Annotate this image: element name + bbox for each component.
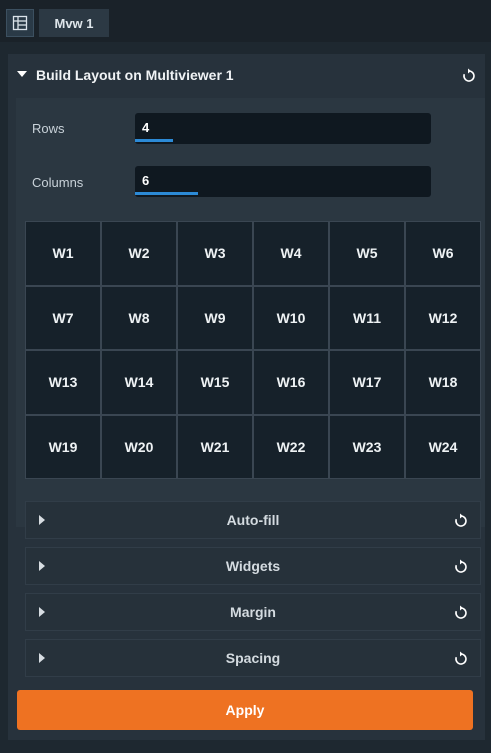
reset-icon[interactable] bbox=[453, 651, 469, 667]
grid-cell[interactable]: W1 bbox=[26, 222, 100, 285]
panel-header[interactable]: Build Layout on Multiviewer 1 bbox=[8, 54, 485, 98]
panel-title: Build Layout on Multiviewer 1 bbox=[36, 67, 234, 83]
grid-cell[interactable]: W21 bbox=[178, 415, 252, 478]
grid-cell[interactable]: W12 bbox=[406, 286, 480, 349]
grid-cell[interactable]: W14 bbox=[102, 351, 176, 414]
reset-icon[interactable] bbox=[461, 68, 477, 84]
grid-cell[interactable]: W24 bbox=[406, 415, 480, 478]
columns-focus-bar bbox=[135, 192, 198, 195]
grid-cell[interactable]: W22 bbox=[254, 415, 328, 478]
rows-value: 4 bbox=[142, 120, 150, 135]
auto-fill-label: Auto-fill bbox=[226, 512, 280, 528]
build-layout-panel: Build Layout on Multiviewer 1 Rows 4 Col… bbox=[8, 54, 485, 740]
columns-input[interactable]: 6 bbox=[135, 166, 431, 197]
grid-cell[interactable]: W6 bbox=[406, 222, 480, 285]
grid-cell[interactable]: W11 bbox=[330, 286, 404, 349]
reset-icon[interactable] bbox=[453, 605, 469, 621]
grid-cell[interactable]: W5 bbox=[330, 222, 404, 285]
rows-focus-bar bbox=[135, 139, 173, 142]
reset-icon[interactable] bbox=[453, 559, 469, 575]
grid-cell[interactable]: W17 bbox=[330, 351, 404, 414]
tab-bar: Mvw 1 bbox=[0, 0, 491, 42]
window-grid: W1 W2 W3 W4 W5 W6 W7 W8 W9 W10 W11 W12 W… bbox=[25, 221, 481, 479]
columns-label: Columns bbox=[32, 175, 84, 190]
grid-cell[interactable]: W2 bbox=[102, 222, 176, 285]
margin-label: Margin bbox=[230, 604, 276, 620]
grid-cell[interactable]: W15 bbox=[178, 351, 252, 414]
rows-label: Rows bbox=[32, 121, 65, 136]
grid-cell[interactable]: W18 bbox=[406, 351, 480, 414]
margin-section[interactable]: Margin bbox=[25, 593, 481, 631]
grid-cell[interactable]: W7 bbox=[26, 286, 100, 349]
grid-cell[interactable]: W3 bbox=[178, 222, 252, 285]
grid-cell[interactable]: W16 bbox=[254, 351, 328, 414]
reset-icon[interactable] bbox=[453, 513, 469, 529]
grid-cell[interactable]: W13 bbox=[26, 351, 100, 414]
auto-fill-section[interactable]: Auto-fill bbox=[25, 501, 481, 539]
widgets-label: Widgets bbox=[225, 558, 281, 574]
grid-cell[interactable]: W23 bbox=[330, 415, 404, 478]
grid-cell[interactable]: W10 bbox=[254, 286, 328, 349]
apply-button[interactable]: Apply bbox=[17, 690, 473, 730]
grid-cell[interactable]: W19 bbox=[26, 415, 100, 478]
columns-value: 6 bbox=[142, 173, 150, 188]
grid-cell[interactable]: W4 bbox=[254, 222, 328, 285]
caret-down-icon bbox=[17, 71, 27, 77]
grid-cell[interactable]: W8 bbox=[102, 286, 176, 349]
grid-cell[interactable]: W20 bbox=[102, 415, 176, 478]
rows-input[interactable]: 4 bbox=[135, 113, 431, 144]
tab-mvw-1[interactable]: Mvw 1 bbox=[39, 9, 109, 37]
spacing-label: Spacing bbox=[225, 650, 281, 666]
grid-cell[interactable]: W9 bbox=[178, 286, 252, 349]
spacing-section[interactable]: Spacing bbox=[25, 639, 481, 677]
layout-grid-icon[interactable] bbox=[6, 9, 34, 37]
widgets-section[interactable]: Widgets bbox=[25, 547, 481, 585]
